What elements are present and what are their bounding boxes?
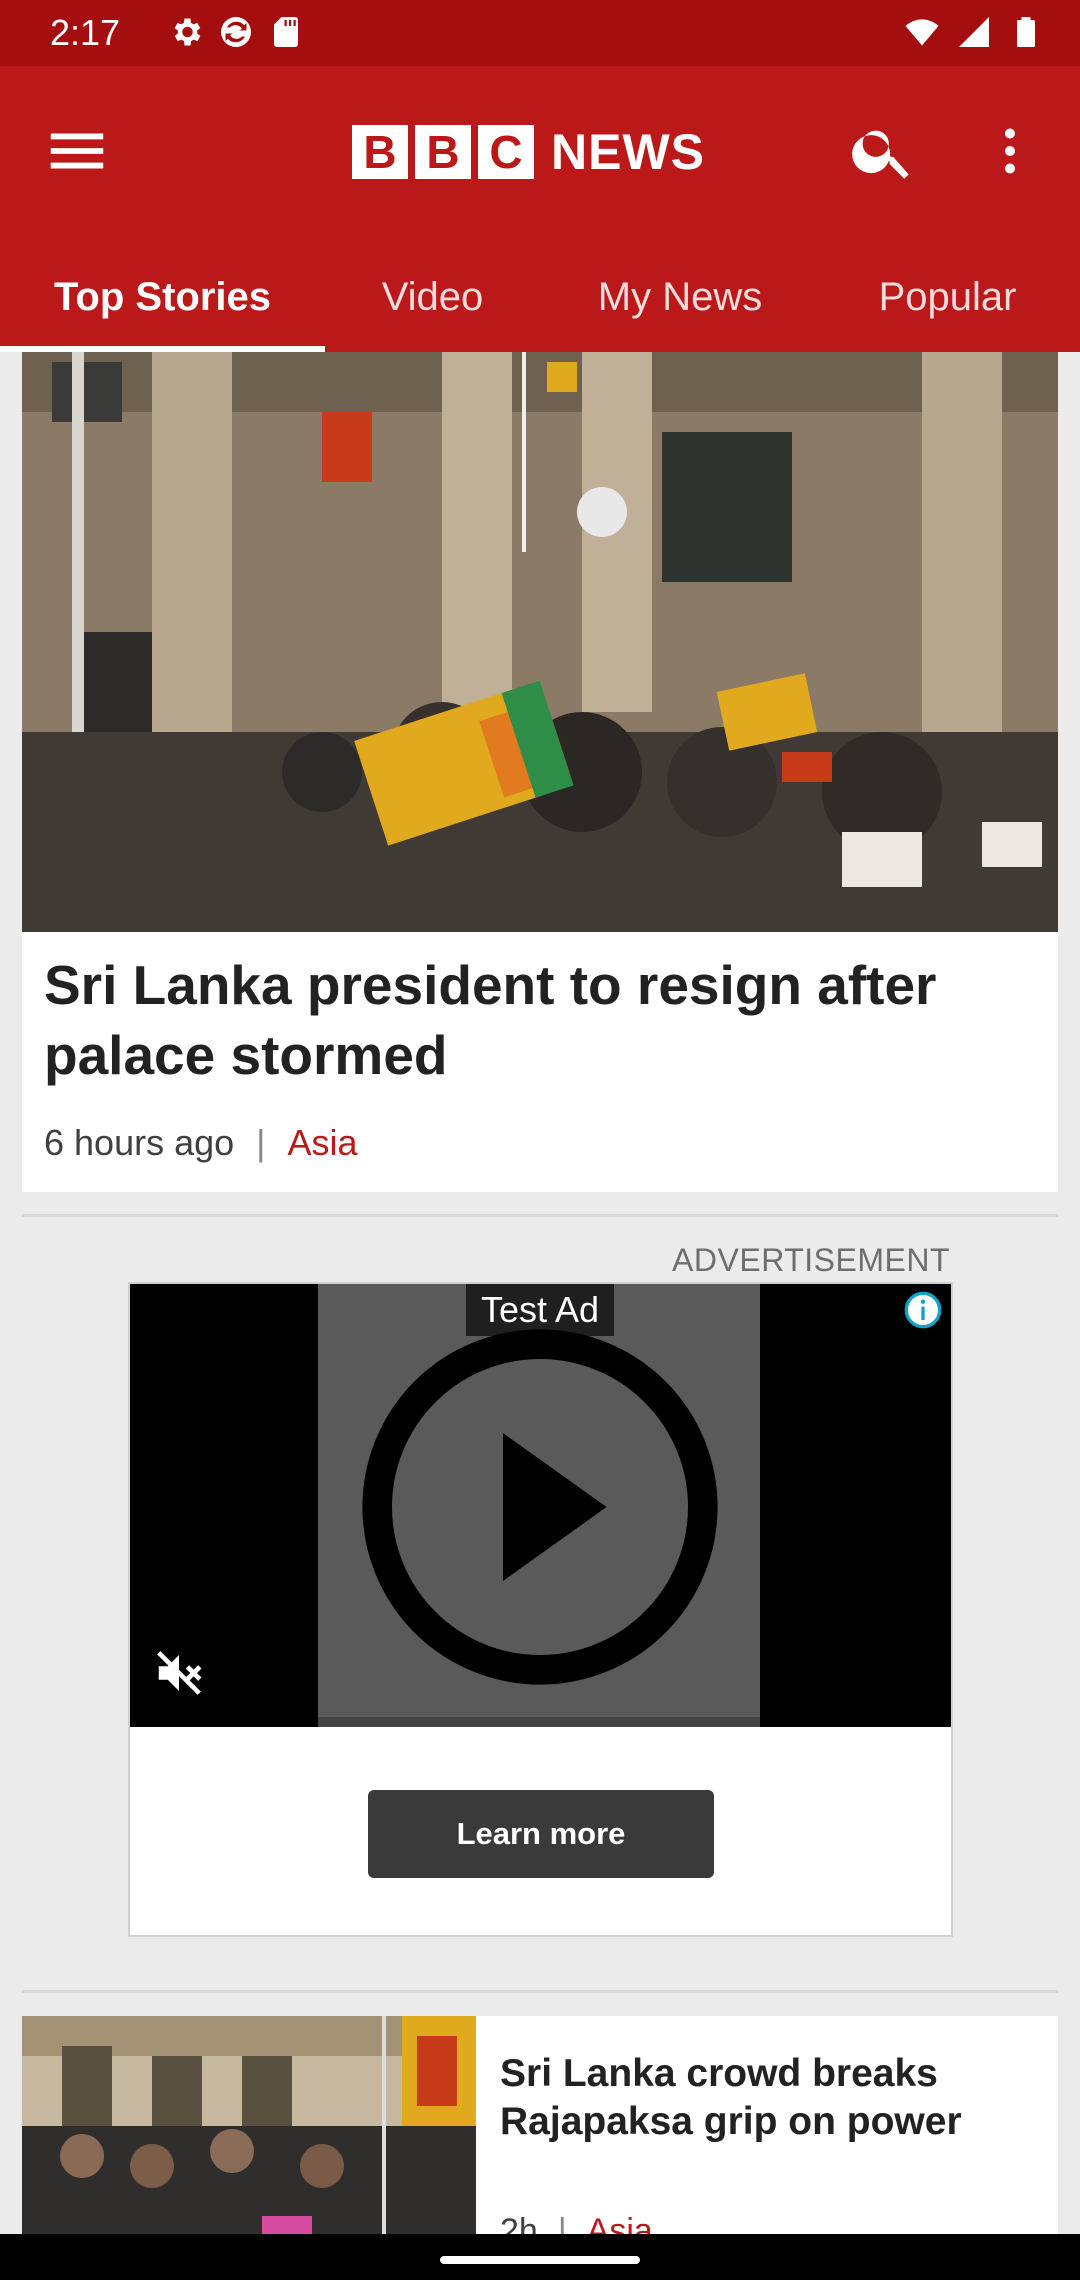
advertisement-label: ADVERTISEMENT: [672, 1242, 950, 1278]
battery-icon: [1017, 17, 1035, 47]
logo-block: B: [415, 125, 471, 179]
wifi-icon: [905, 19, 939, 46]
meta-separator: |: [557, 2212, 567, 2234]
tab-my-news[interactable]: My News: [540, 242, 820, 352]
signal-icon: [959, 17, 989, 47]
tab-popular[interactable]: Popular: [820, 242, 1075, 352]
status-bar: 2:17: [0, 0, 1080, 66]
status-time: 2:17: [50, 12, 121, 53]
mute-icon[interactable]: [152, 1646, 206, 1700]
system-nav-bar: [0, 2234, 1080, 2280]
story-list[interactable]: Sri Lanka president to resign after pala…: [0, 352, 1080, 2234]
story-row[interactable]: Sri Lanka crowd breaks Rajapaksa grip on…: [22, 2016, 1058, 2234]
story-title[interactable]: Sri Lanka crowd breaks Rajapaksa grip on…: [500, 2050, 1040, 2146]
bbc-news-logo: B B C NEWS: [352, 120, 705, 184]
learn-more-button[interactable]: Learn more: [368, 1790, 714, 1878]
meta-separator: |: [256, 1122, 266, 1163]
story-time: 2h: [500, 2212, 538, 2234]
logo-block: B: [352, 125, 408, 179]
gear-icon: [174, 18, 201, 46]
more-options-icon[interactable]: [980, 116, 1040, 186]
story-meta: 2h | Asia: [500, 2212, 653, 2234]
home-gesture-pill[interactable]: [440, 2256, 640, 2264]
divider: [22, 1214, 1058, 1217]
menu-icon[interactable]: [42, 116, 112, 186]
logo-news-word: NEWS: [551, 124, 705, 180]
top-story-meta: 6 hours ago | Asia: [44, 1122, 358, 1164]
sd-card-icon: [274, 17, 298, 47]
top-story-image[interactable]: [22, 352, 1058, 932]
ad-progress-bar: [318, 1717, 760, 1727]
logo-block: C: [478, 125, 534, 179]
story-time: 6 hours ago: [44, 1122, 235, 1163]
play-icon[interactable]: [355, 1322, 725, 1692]
tab-video[interactable]: Video: [325, 242, 540, 352]
story-category[interactable]: Asia: [587, 2212, 653, 2234]
story-thumbnail[interactable]: [22, 2016, 476, 2234]
story-category[interactable]: Asia: [288, 1122, 358, 1164]
tab-top-stories[interactable]: Top Stories: [0, 242, 325, 352]
ad-info-icon[interactable]: [903, 1290, 943, 1330]
ad-video[interactable]: Test Ad: [130, 1284, 951, 1727]
top-story-title[interactable]: Sri Lanka president to resign after pala…: [44, 950, 1034, 1090]
sync-icon: [221, 17, 251, 47]
search-icon[interactable]: [848, 116, 918, 186]
advertisement-box[interactable]: Test Ad Learn more: [128, 1282, 953, 1937]
section-tabs: Top Stories Video My News Popular: [0, 242, 1080, 352]
top-story-card[interactable]: Sri Lanka president to resign after pala…: [22, 352, 1058, 1192]
app-bar: B B C NEWS Top Stories Video My News Pop…: [0, 66, 1080, 352]
divider: [22, 1990, 1058, 1993]
